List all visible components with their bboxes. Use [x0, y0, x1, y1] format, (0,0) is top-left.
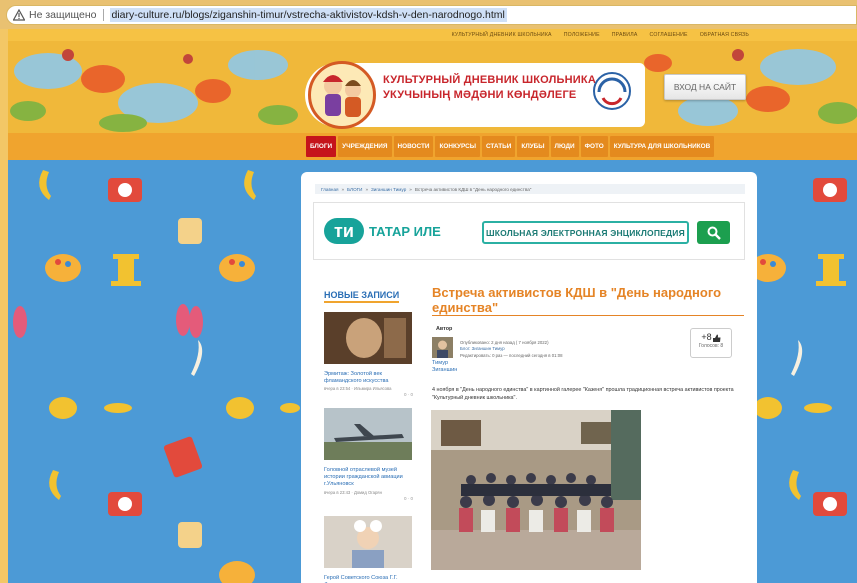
search-icon [707, 226, 721, 240]
sidebar-title: НОВЫЕ ЗАПИСИ [324, 290, 400, 303]
url-field[interactable]: Не защищено diary-culture.ru/blogs/zigan… [6, 5, 857, 25]
breadcrumb-blogs[interactable]: БЛОГИ [347, 187, 362, 192]
post-thumbnail[interactable] [324, 516, 412, 568]
breadcrumb-author[interactable]: Зиганшин Тимур [371, 187, 406, 192]
site-header: КУЛЬТУРНЫЙ ДНЕВНИК ШКОЛЬНИКА УКУЧЫНЫҢ МӘ… [8, 41, 857, 133]
topbar-link-diary[interactable]: КУЛЬТУРНЫЙ ДНЕВНИК ШКОЛЬНИКА [452, 32, 552, 38]
tatar-ile-brand: ТАТАР ИЛЕ [369, 223, 441, 239]
topbar-link-rules[interactable]: ПРАВИЛА [612, 32, 638, 38]
breadcrumb-separator: » [365, 186, 369, 192]
breadcrumb-current: Встреча активистов КДШ в "День народного… [414, 186, 532, 192]
divider [102, 9, 104, 21]
year-badge-icon [593, 72, 631, 110]
nav-item-institutions[interactable]: УЧРЕЖДЕНИЯ [338, 136, 392, 157]
security-label[interactable]: Не защищено [29, 9, 97, 21]
nav-item-people[interactable]: ЛЮДИ [550, 136, 579, 157]
breadcrumb: Главная » БЛОГИ » Зиганшин Тимур » Встре… [315, 184, 745, 194]
sidebar-post[interactable]: Эрмитаж: Золотой век фламандского искусс… [324, 312, 413, 397]
post-thumbnail[interactable] [324, 312, 412, 364]
breadcrumb-separator: » [341, 186, 345, 192]
url-text[interactable]: diary-culture.ru/blogs/ziganshin-timur/v… [109, 8, 507, 22]
sidebar-post[interactable]: Герой Советского Союза Г.Г. Фазылов [324, 516, 413, 583]
article-title: Встреча активистов КДШ в "День народного… [432, 285, 722, 315]
sidebar-post[interactable]: Головной отраслевой музей истории гражда… [324, 408, 413, 501]
thumbs-up-icon [712, 334, 721, 342]
mascot-logo[interactable] [308, 61, 376, 129]
edit-info: Редактировать: 0 раз — последний сегодня… [460, 352, 563, 358]
encyclopedia-search-field[interactable]: ШКОЛЬНАЯ ЭЛЕКТРОННАЯ ЭНЦИКЛОПЕДИЯ [482, 221, 689, 244]
nav-item-blogs[interactable]: БЛОГИ [306, 136, 337, 157]
encyclopedia-search-button[interactable] [697, 221, 730, 244]
main-nav: БЛОГИ УЧРЕЖДЕНИЯ НОВОСТИ КОНКУРСЫ СТАТЬИ… [8, 133, 857, 160]
tatar-ile-mark-icon: ти [324, 218, 364, 244]
nav-item-photo[interactable]: ФОТО [580, 136, 608, 157]
post-counters: 0 · 0 [403, 392, 413, 398]
post-meta: вчера в 23:43 · Домид Огарян [324, 489, 382, 495]
post-title[interactable]: Головной отраслевой музей истории гражда… [324, 467, 413, 489]
topbar-link-feedback[interactable]: ОБРАТНАЯ СВЯЗЬ [700, 32, 749, 38]
vote-count: Голосов: 8 [698, 343, 724, 349]
vote-plus-count: +8 [701, 332, 712, 342]
topbar-link-rules-doc[interactable]: ПОЛОЖЕНИЕ [564, 32, 600, 38]
logo-title-tt: УКУЧЫНЫҢ МӘДӘНИ КӨНДӘЛЕГЕ [383, 89, 577, 101]
post-title[interactable]: Герой Советского Союза Г.Г. Фазылов [324, 575, 413, 583]
nav-item-culture[interactable]: КУЛЬТУРА ДЛЯ ШКОЛЬНИКОВ [609, 136, 715, 157]
tatar-ile-logo[interactable]: ти ТАТАР ИЛЕ [324, 218, 441, 244]
post-meta: вчера в 23:54 · Ильмира Ильясова [324, 386, 392, 392]
post-counters: 0 · 0 [403, 495, 413, 501]
breadcrumb-home[interactable]: Главная [321, 187, 338, 192]
title-divider [432, 315, 744, 316]
author-label: Автор [436, 326, 453, 332]
article-meta: Опубликовано: 2 дня назад ( 7 ноября 202… [460, 340, 563, 359]
login-button[interactable]: ВХОД НА САЙТ [664, 74, 746, 100]
post-title[interactable]: Эрмитаж: Золотой век фламандского искусс… [324, 371, 413, 385]
browser-address-bar: Не защищено diary-culture.ru/blogs/zigan… [0, 0, 857, 29]
warning-icon[interactable] [13, 9, 25, 21]
article-text: 4 ноября в "День народного единства" в к… [432, 387, 734, 401]
site-topbar: КУЛЬТУРНЫЙ ДНЕВНИК ШКОЛЬНИКА ПОЛОЖЕНИЕ П… [8, 29, 857, 41]
author-name[interactable]: Тимур Зиганшин [432, 360, 458, 374]
avatar[interactable] [432, 337, 453, 358]
article-photo[interactable] [431, 410, 641, 570]
encyclopedia-banner: ти ТАТАР ИЛЕ ШКОЛЬНАЯ ЭЛЕКТРОННАЯ ЭНЦИКЛ… [313, 202, 745, 260]
topbar-link-agreement[interactable]: СОГЛАШЕНИЕ [650, 32, 688, 38]
post-thumbnail[interactable] [324, 408, 412, 460]
vote-plus[interactable]: +8 [691, 332, 731, 342]
logo-title-ru: КУЛЬТУРНЫЙ ДНЕВНИК ШКОЛЬНИКА [383, 74, 596, 86]
nav-item-news[interactable]: НОВОСТИ [393, 136, 434, 157]
content-panel: Главная » БЛОГИ » Зиганшин Тимур » Встре… [301, 172, 757, 583]
vote-widget[interactable]: +8 Голосов: 8 [690, 328, 732, 358]
nav-item-articles[interactable]: СТАТЬИ [481, 136, 516, 157]
nav-item-clubs[interactable]: КЛУБЫ [517, 136, 549, 157]
breadcrumb-separator: » [409, 186, 412, 192]
nav-item-contests[interactable]: КОНКУРСЫ [435, 136, 480, 157]
